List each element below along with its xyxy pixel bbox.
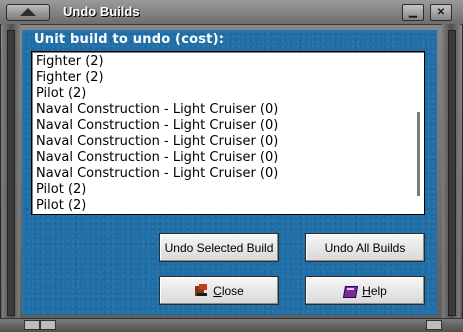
- list-item[interactable]: Naval Construction - Light Cruiser (0): [36, 166, 410, 182]
- window-title: Undo Builds: [63, 4, 140, 19]
- list-label: Unit build to undo (cost):: [34, 32, 225, 47]
- close-window-button[interactable]: ✕: [430, 4, 452, 21]
- close-button[interactable]: Close: [159, 276, 279, 305]
- list-item[interactable]: Pilot (2): [36, 198, 410, 214]
- undo-selected-build-label: Undo Selected Build: [164, 240, 274, 255]
- minimize-button[interactable]: ▁: [402, 4, 424, 21]
- list-item[interactable]: Naval Construction - Light Cruiser (0): [36, 134, 410, 150]
- list-item[interactable]: Naval Construction - Light Cruiser (0): [36, 118, 410, 134]
- build-list-items: Fighter (2) Fighter (2) Pilot (2) Naval …: [36, 54, 410, 214]
- resize-grip-right[interactable]: [426, 320, 442, 330]
- close-button-label: Close: [213, 283, 244, 298]
- help-book-icon: [343, 284, 359, 298]
- list-scrollbar[interactable]: [417, 112, 420, 196]
- close-door-icon: [194, 283, 208, 298]
- list-item[interactable]: Pilot (2): [36, 182, 410, 198]
- list-item[interactable]: Naval Construction - Light Cruiser (0): [36, 102, 410, 118]
- resize-grip-left[interactable]: [24, 320, 40, 330]
- resize-grip-left-2[interactable]: [40, 320, 56, 330]
- undo-selected-build-button[interactable]: Undo Selected Build: [159, 233, 279, 262]
- undo-all-builds-label: Undo All Builds: [324, 240, 406, 255]
- build-list[interactable]: Fighter (2) Fighter (2) Pilot (2) Naval …: [31, 51, 425, 215]
- help-button[interactable]: Help: [305, 276, 425, 305]
- frame-bottom-border: [0, 318, 463, 332]
- title-bar[interactable]: Undo Builds ▁ ✕: [0, 0, 463, 25]
- window-menu-icon[interactable]: [6, 4, 50, 21]
- frame-left-rail: [7, 30, 15, 316]
- undo-all-builds-button[interactable]: Undo All Builds: [305, 233, 425, 262]
- list-item[interactable]: Fighter (2): [36, 54, 410, 70]
- frame-right-rail: [448, 30, 456, 316]
- list-item[interactable]: Fighter (2): [36, 70, 410, 86]
- list-item[interactable]: Naval Construction - Light Cruiser (0): [36, 150, 410, 166]
- help-button-label: Help: [362, 283, 387, 298]
- list-item[interactable]: Pilot (2): [36, 86, 410, 102]
